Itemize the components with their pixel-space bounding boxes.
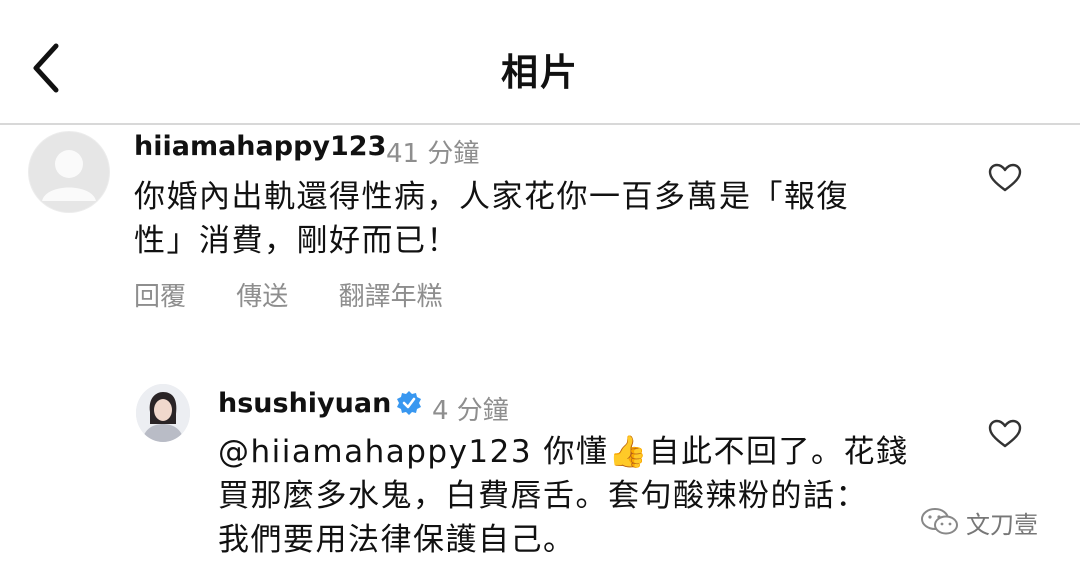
page-title: 相片 xyxy=(501,51,579,94)
comment-text: @hiiamahappy123 你懂👍自此不回了。花錢 買那麼多水鬼，白費唇舌。… xyxy=(218,430,909,562)
default-avatar-icon xyxy=(29,132,109,212)
comment-line-rest: 自此不回了。花錢 xyxy=(648,434,909,470)
avatar[interactable] xyxy=(136,384,190,442)
header-divider xyxy=(0,123,1080,125)
watermark-text: 文刀壹 xyxy=(966,510,1038,539)
like-heart-icon[interactable] xyxy=(988,163,1022,193)
send-button[interactable]: 傳送 xyxy=(236,282,288,312)
avatar[interactable] xyxy=(28,131,110,213)
reply-button[interactable]: 回覆 xyxy=(134,282,186,312)
profile-photo-icon xyxy=(136,384,190,442)
watermark: 文刀壹 xyxy=(920,504,1060,540)
comment-line: 性」消費，剛好而已！ xyxy=(134,223,459,259)
comment-line: @hiiamahappy123 你懂👍自此不回了。花錢 xyxy=(218,430,909,474)
comment-actions: 回覆 傳送 翻譯年糕 xyxy=(134,276,485,313)
comment-text: 你婚內出軌還得性病，人家花你一百多萬是「報復 性」消費，剛好而已！ xyxy=(134,175,849,263)
comment-line: 我們要用法律保護自己。 xyxy=(218,522,576,558)
comment-username[interactable]: hsushiyuan xyxy=(218,388,391,419)
mention-text[interactable]: @hiiamahappy123 你懂 xyxy=(218,434,608,470)
wechat-logo-icon xyxy=(921,508,958,535)
top-bar: 相片 xyxy=(0,0,1080,124)
translate-button[interactable]: 翻譯年糕 xyxy=(339,282,443,312)
comment-timestamp: 4 分鐘 xyxy=(432,396,509,426)
comment-timestamp: 41 分鐘 xyxy=(386,139,480,169)
comment-username[interactable]: hiiamahappy123 xyxy=(134,131,386,162)
comment-line: 買那麼多水鬼，白費唇舌。套句酸辣粉的話： xyxy=(218,478,868,514)
like-heart-icon[interactable] xyxy=(988,419,1022,449)
verified-badge-icon xyxy=(396,390,422,416)
comment-line: 你婚內出軌還得性病，人家花你一百多萬是「報復 xyxy=(134,179,849,215)
thumbs-up-emoji: 👍 xyxy=(608,434,649,470)
